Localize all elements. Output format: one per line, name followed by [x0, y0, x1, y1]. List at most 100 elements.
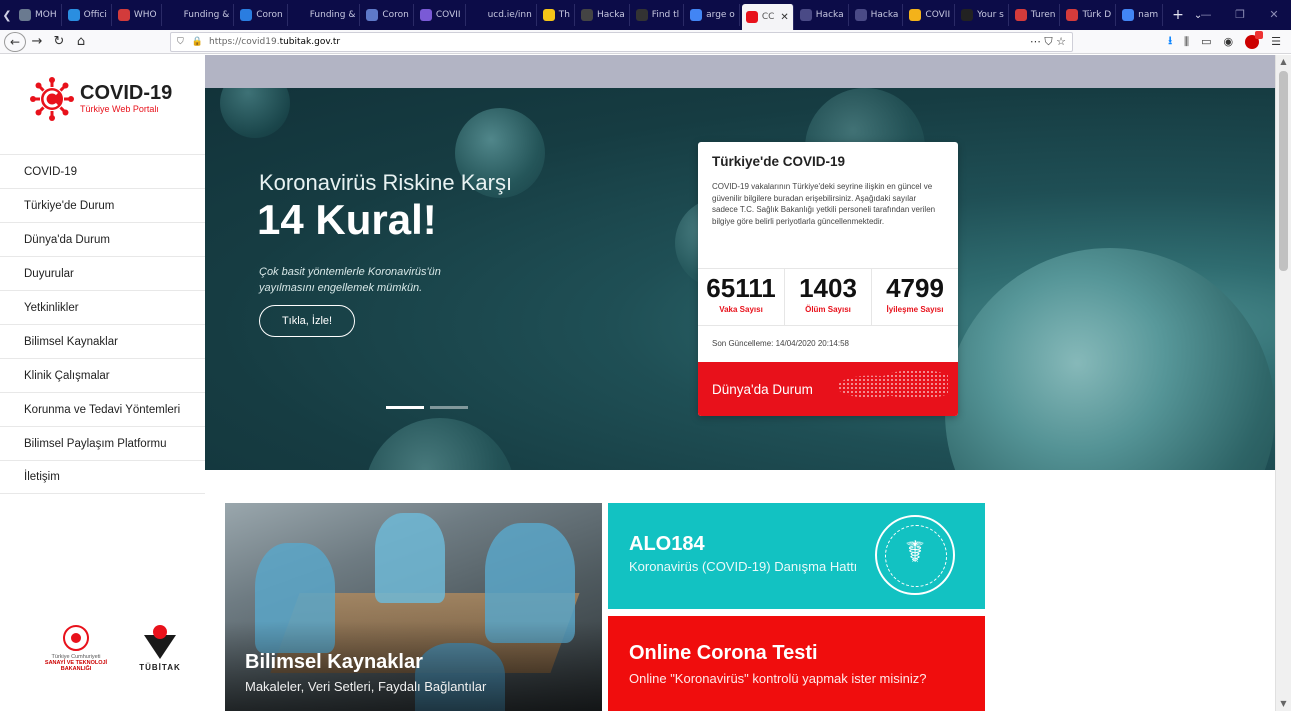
- virus-logo-icon: [30, 77, 74, 121]
- minimize-button[interactable]: —: [1189, 0, 1223, 30]
- world-map-icon: [838, 366, 948, 412]
- favicon-icon: [419, 9, 432, 21]
- browser-tab[interactable]: arge o: [686, 4, 740, 26]
- new-tab-button[interactable]: +: [1172, 7, 1184, 23]
- favicon-icon: [690, 9, 703, 21]
- menu-item-bilimsel-kaynaklar[interactable]: Bilimsel Kaynaklar: [0, 324, 205, 358]
- favicon-icon: [909, 9, 922, 21]
- reload-button[interactable]: ↻: [48, 32, 70, 52]
- menu-item-iletisim[interactable]: İletişim: [0, 460, 205, 494]
- browser-tab[interactable]: Funding &: [290, 4, 361, 26]
- browser-tab[interactable]: Coron: [362, 4, 414, 26]
- browser-tab[interactable]: MOH: [15, 4, 62, 26]
- extension-icon[interactable]: [1245, 30, 1264, 49]
- browser-tab[interactable]: WHO: [114, 4, 162, 26]
- alo184-tile[interactable]: ALO184 Koronavirüs (COVID-19) Danışma Ha…: [608, 503, 985, 609]
- favicon-icon: [240, 9, 253, 21]
- home-button[interactable]: ⌂: [70, 32, 92, 52]
- tab-scroll-left-icon[interactable]: ❮: [0, 9, 14, 22]
- menu-item-duyurular[interactable]: Duyurular: [0, 256, 205, 290]
- close-tab-icon[interactable]: ✕: [780, 12, 788, 23]
- slider-pagination: [386, 406, 468, 409]
- forward-button[interactable]: →: [26, 32, 48, 52]
- tab-label: COVII: [435, 10, 461, 20]
- online-test-tile[interactable]: Online Corona Testi Online "Koronavirüs"…: [608, 616, 985, 711]
- browser-tab[interactable]: Find tl: [632, 4, 685, 26]
- shield-icon[interactable]: ⛉: [177, 37, 184, 47]
- downloads-icon[interactable]: ⭳: [1168, 32, 1172, 51]
- tab-label: Offici: [83, 10, 107, 20]
- url-host: tubitak.gov.tr: [279, 37, 341, 47]
- browser-tab[interactable]: Hacka: [851, 4, 904, 26]
- browser-tab[interactable]: ucd.ie/inn: [468, 4, 537, 26]
- maximize-button[interactable]: ❐: [1223, 0, 1257, 30]
- tile-title: Online Corona Testi: [629, 642, 818, 664]
- page-scrollbar[interactable]: ▲ ▼: [1275, 55, 1291, 711]
- browser-tab[interactable]: Turen: [1011, 4, 1061, 26]
- browser-tab[interactable]: COVII: [416, 4, 466, 26]
- virus-illustration: [365, 418, 515, 470]
- menu-icon[interactable]: ☰: [1271, 35, 1281, 48]
- account-icon[interactable]: ◉: [1224, 35, 1234, 48]
- sponsor-logos: Türkiye Cumhuriyeti SANAYİ VE TEKNOLOJİ …: [30, 625, 184, 672]
- browser-tab[interactable]: Hacka: [796, 4, 849, 26]
- browser-tab[interactable]: Your s: [957, 4, 1009, 26]
- logo-title: COVID-19: [80, 82, 173, 104]
- tab-label: Türk D: [1082, 10, 1112, 20]
- menu-item-dunya-durum[interactable]: Dünya'da Durum: [0, 222, 205, 256]
- world-status-button[interactable]: Dünya'da Durum: [698, 362, 958, 416]
- menu-item-klinik-calismalar[interactable]: Klinik Çalışmalar: [0, 358, 205, 392]
- menu-item-yetkinlikler[interactable]: Yetkinlikler: [0, 290, 205, 324]
- sanayi-bakanligi-logo[interactable]: Türkiye Cumhuriyeti SANAYİ VE TEKNOLOJİ …: [30, 625, 122, 672]
- stats-row: 65111 Vaka Sayısı 1403 Ölüm Sayısı 4799 …: [698, 268, 958, 326]
- browser-tab[interactable]: nam: [1118, 4, 1164, 26]
- menu-item-korunma-tedavi[interactable]: Korunma ve Tedavi Yöntemleri: [0, 392, 205, 426]
- back-button[interactable]: ←: [4, 31, 26, 52]
- slider-dot[interactable]: [430, 406, 468, 409]
- browser-tab[interactable]: Funding &: [164, 4, 235, 26]
- site-logo[interactable]: COVID-19 Türkiye Web Portalı: [30, 77, 172, 121]
- tubitak-logo[interactable]: TÜBİTAK: [136, 625, 184, 672]
- tab-active[interactable]: CC ✕: [741, 4, 794, 30]
- address-bar[interactable]: ⛉ 🔒 https://covid19. tubitak.gov.tr ⋯ ⛉ ☆: [170, 32, 1073, 52]
- stats-card-description: COVID-19 vakalarının Türkiye'deki seyrin…: [712, 182, 936, 226]
- library-icon[interactable]: ⫼: [1184, 35, 1189, 49]
- tab-label: Find tl: [651, 10, 680, 20]
- favicon-icon: [745, 11, 758, 23]
- scientific-resources-tile[interactable]: Bilimsel Kaynaklar Makaleler, Veri Setle…: [225, 503, 602, 711]
- sidebar-icon[interactable]: ▭: [1201, 35, 1211, 48]
- tab-label: Th: [558, 10, 570, 20]
- page-actions[interactable]: ⋯ ⛉ ☆: [1030, 35, 1066, 49]
- menu-item-paylasim-platformu[interactable]: Bilimsel Paylaşım Platformu: [0, 426, 205, 460]
- tab-label: CC: [761, 12, 775, 22]
- browser-tab-strip: ❮ MOH Offici WHO Funding & Coron Funding & Cor…: [0, 0, 1291, 30]
- browser-toolbar: ← → ↻ ⌂ ⛉ 🔒 https://covid19. tubitak.gov.…: [0, 30, 1291, 54]
- browser-tab[interactable]: Türk D: [1062, 4, 1117, 26]
- menu-item-turkiye-durum[interactable]: Türkiye'de Durum: [0, 188, 205, 222]
- browser-tab[interactable]: Th: [539, 4, 575, 26]
- favicon-icon: [854, 9, 867, 21]
- lock-icon[interactable]: 🔒: [192, 37, 203, 47]
- hero-title: 14 Kural!: [257, 196, 437, 243]
- menu-item-covid19[interactable]: COVID-19: [0, 154, 205, 188]
- toolbar-right: ⭳ ⫼ ▭ ◉ ☰: [1168, 30, 1281, 51]
- browser-tab[interactable]: Offici: [64, 4, 112, 26]
- favicon-icon: [19, 9, 31, 21]
- scroll-down-icon[interactable]: ▼: [1276, 697, 1291, 711]
- logo-subtitle: Türkiye Web Portalı: [80, 104, 159, 114]
- stat-value: 1403: [799, 273, 857, 303]
- scroll-up-icon[interactable]: ▲: [1276, 55, 1291, 69]
- browser-tab[interactable]: Hacka: [577, 4, 630, 26]
- scrollbar-thumb[interactable]: [1279, 71, 1288, 271]
- stat-value: 4799: [886, 273, 944, 303]
- tab-label: Coron: [382, 10, 409, 20]
- browser-tab[interactable]: COVII: [905, 4, 956, 26]
- turkey-stats-card: Türkiye'de COVID-19 COVID-19 vakalarının…: [698, 142, 958, 416]
- main-menu: COVID-19 Türkiye'de Durum Dünya'da Durum…: [0, 154, 205, 494]
- watch-video-button[interactable]: Tıkla, İzle!: [259, 305, 355, 337]
- tubitak-name: TÜBİTAK: [139, 663, 181, 672]
- stat-label: Vaka Sayısı: [719, 305, 763, 314]
- slider-dot-active[interactable]: [386, 406, 424, 409]
- close-window-button[interactable]: ✕: [1257, 0, 1291, 30]
- browser-tab[interactable]: Coron: [236, 4, 288, 26]
